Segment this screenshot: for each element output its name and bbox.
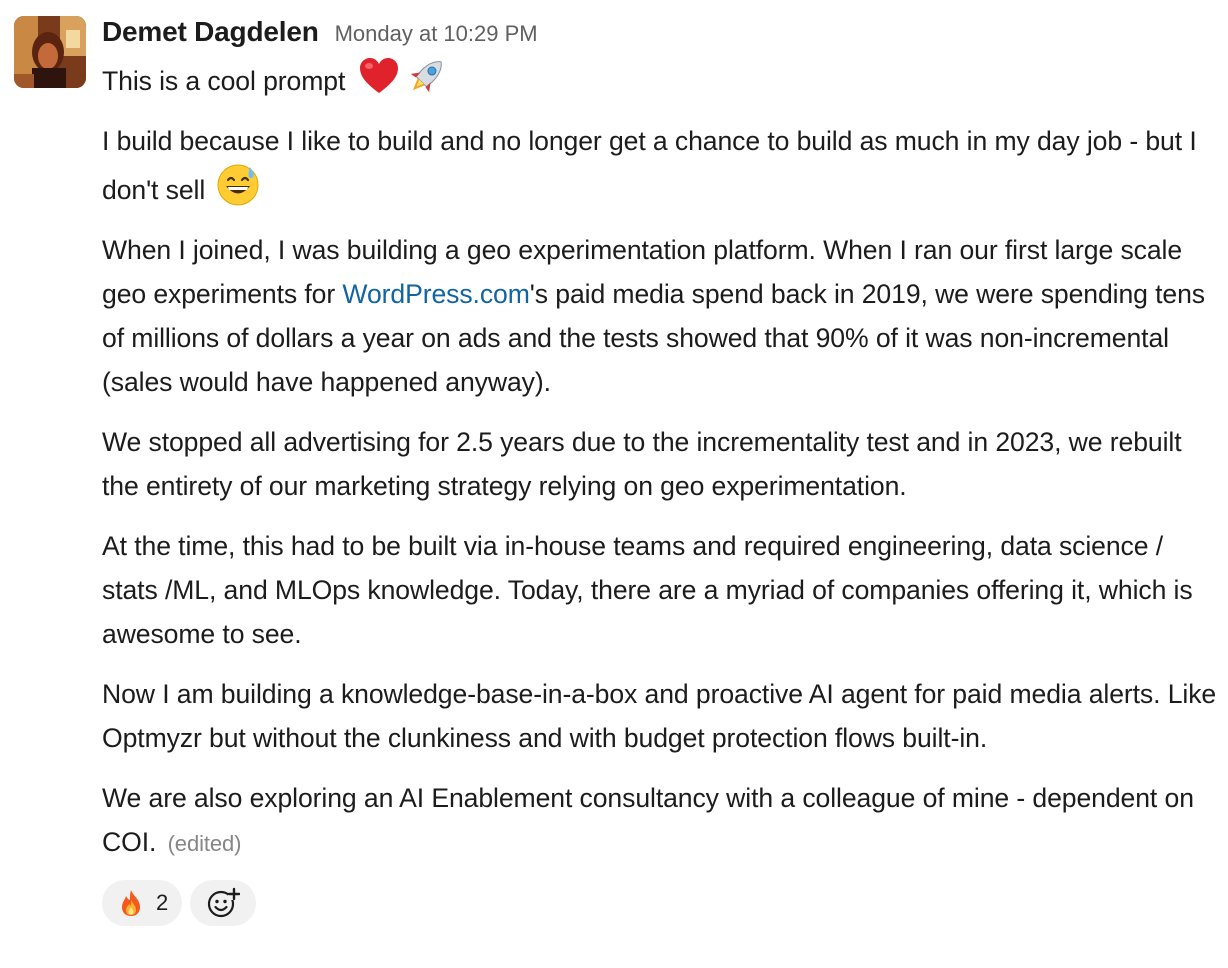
- message-content: Demet Dagdelen Monday at 10:29 PM This i…: [102, 12, 1220, 926]
- paragraph-text: Now I am building a knowledge-base-in-a-…: [102, 679, 1217, 753]
- reaction-count: 2: [156, 890, 169, 915]
- edited-label: (edited): [167, 831, 242, 856]
- paragraph-text: At the time, this had to be built via in…: [102, 531, 1193, 649]
- message-paragraph: We stopped all advertising for 2.5 years…: [102, 420, 1220, 508]
- message-header: Demet Dagdelen Monday at 10:29 PM: [102, 12, 1220, 52]
- message-paragraph: When I joined, I was building a geo expe…: [102, 228, 1220, 404]
- message-paragraph: This is a cool prompt: [102, 54, 1220, 103]
- rocket-emoji-icon: [410, 61, 442, 93]
- paragraph-text: This is a cool prompt: [102, 66, 346, 96]
- avatar[interactable]: [14, 16, 86, 88]
- author-name[interactable]: Demet Dagdelen: [102, 12, 319, 52]
- fire-icon: [122, 890, 140, 916]
- paragraph-text: We stopped all advertising for 2.5 years…: [102, 427, 1182, 501]
- reactions-bar: 2: [102, 880, 1220, 926]
- add-reaction-button[interactable]: [190, 880, 257, 926]
- wordpress-link[interactable]: WordPress.com: [342, 279, 529, 309]
- message-paragraph: At the time, this had to be built via in…: [102, 524, 1220, 656]
- add-reaction-icon: [208, 887, 241, 918]
- message: Demet Dagdelen Monday at 10:29 PM This i…: [0, 0, 1228, 968]
- message-timestamp[interactable]: Monday at 10:29 PM: [335, 14, 538, 54]
- red-heart-emoji-icon: [359, 58, 398, 93]
- avatar-photo: [14, 16, 86, 88]
- paragraph-text: I build because I like to build and no l…: [102, 126, 1197, 205]
- paragraph-text: We are also exploring an AI Enablement c…: [102, 783, 1194, 857]
- message-paragraph: I build because I like to build and no l…: [102, 119, 1220, 212]
- grinning-face-with-sweat-icon: [217, 164, 259, 206]
- message-paragraph: Now I am building a knowledge-base-in-a-…: [102, 672, 1220, 760]
- reaction-fire[interactable]: 2: [102, 880, 183, 926]
- message-paragraph: We are also exploring an AI Enablement c…: [102, 776, 1220, 866]
